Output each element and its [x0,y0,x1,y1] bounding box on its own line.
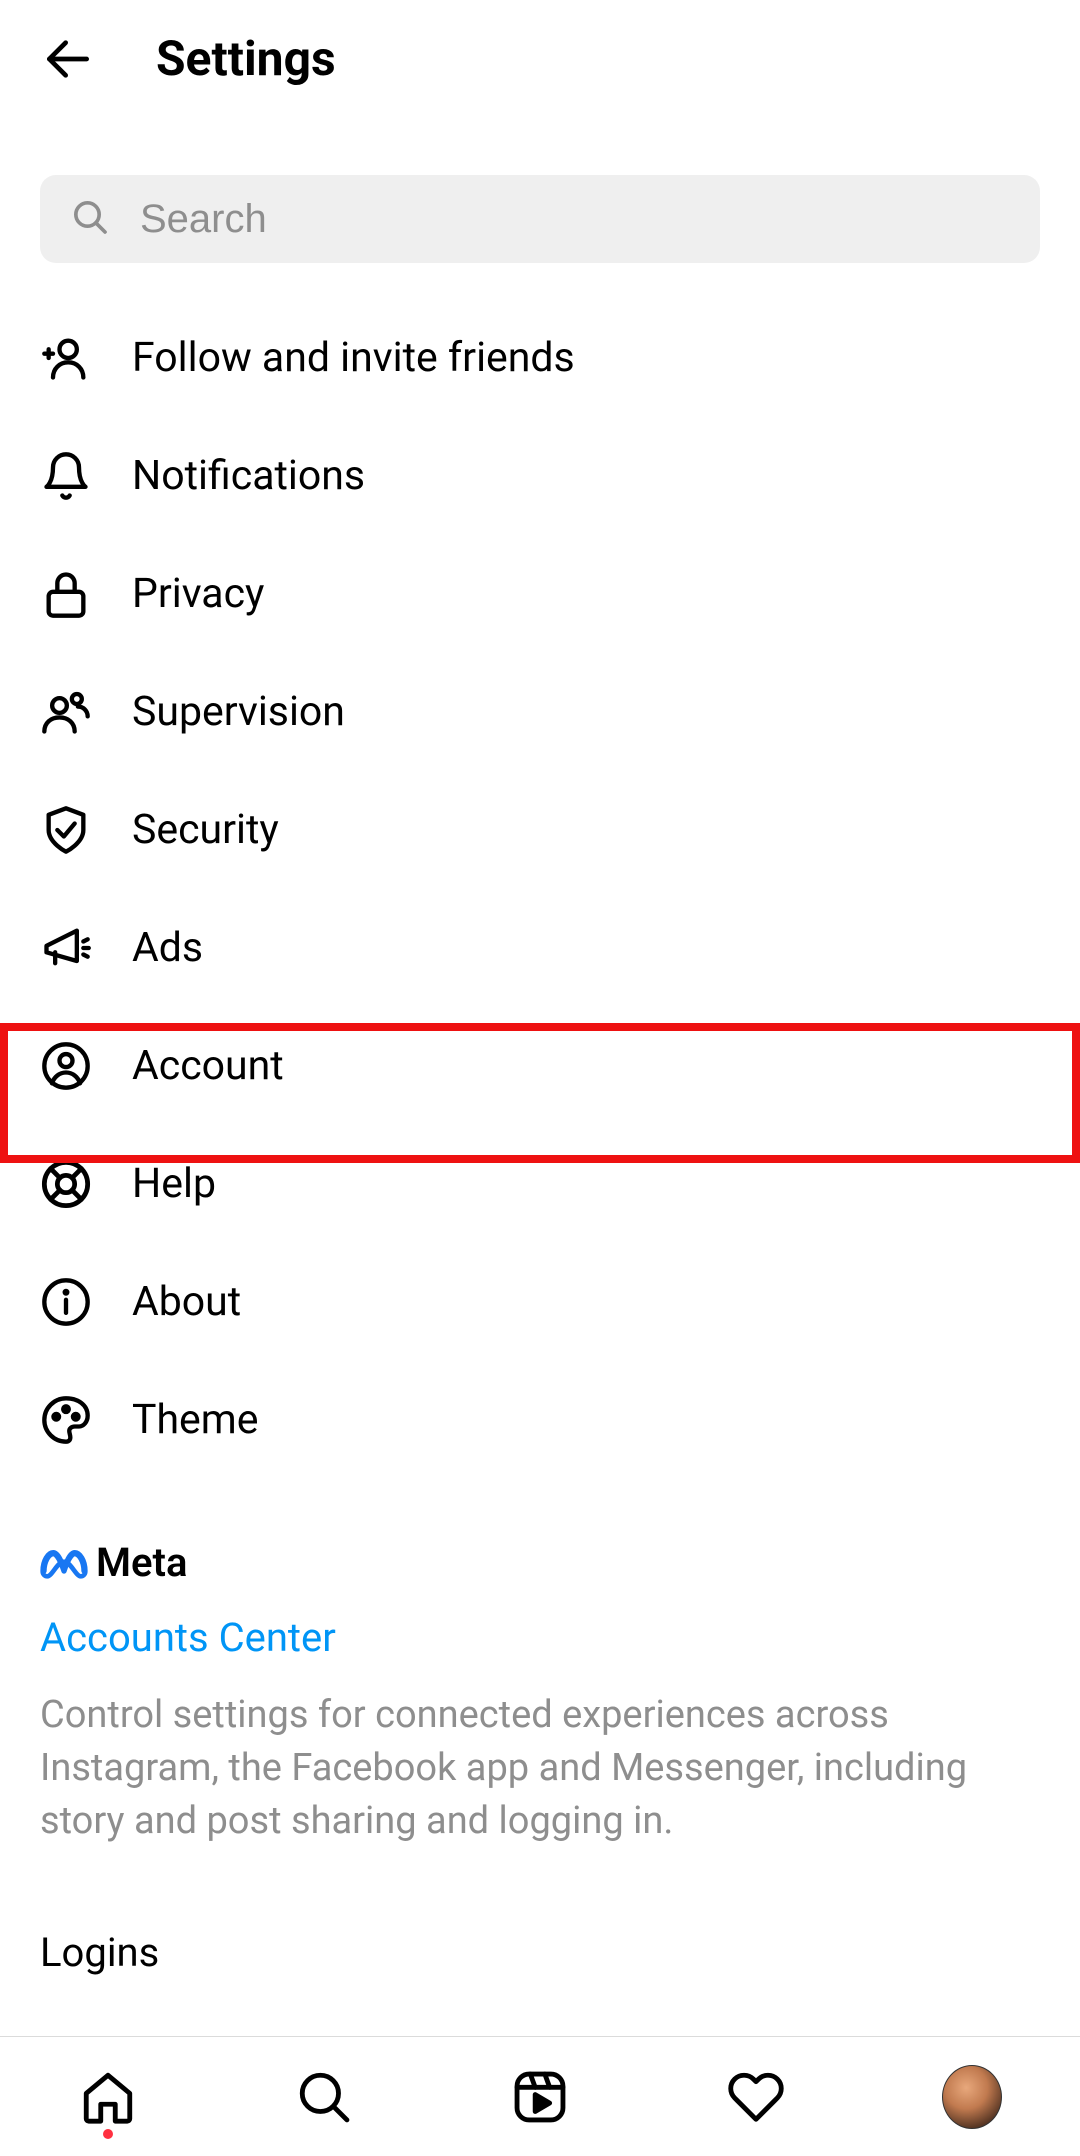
settings-item-theme[interactable]: Theme [40,1361,1040,1479]
search-input[interactable] [140,197,1010,242]
item-label: Ads [132,924,203,972]
nav-profile[interactable] [942,2067,1002,2127]
item-label: Help [132,1160,216,1208]
bottom-nav [0,2036,1080,2156]
meta-logo: Meta [40,1539,1040,1586]
settings-item-supervision[interactable]: Supervision [40,653,1040,771]
people-icon [40,686,92,738]
back-button[interactable] [40,31,96,87]
info-icon [40,1276,92,1328]
bell-icon [40,450,92,502]
nav-home-notification-dot [103,2129,113,2139]
nav-search[interactable] [294,2067,354,2127]
item-label: Follow and invite friends [132,334,575,382]
page-title: Settings [156,30,336,87]
nav-home[interactable] [78,2067,138,2127]
meta-description: Control settings for connected experienc… [40,1689,1040,1849]
search-icon [70,197,110,241]
account-circle-icon [40,1040,92,1092]
search-box[interactable] [40,175,1040,263]
item-label: Privacy [132,570,264,618]
lock-icon [40,568,92,620]
settings-item-help[interactable]: Help [40,1125,1040,1243]
nav-reels[interactable] [510,2067,570,2127]
profile-avatar [942,2065,1002,2129]
nav-activity[interactable] [726,2067,786,2127]
item-label: Security [132,806,279,854]
palette-icon [40,1394,92,1446]
item-label: Theme [132,1396,258,1444]
settings-item-notifications[interactable]: Notifications [40,417,1040,535]
settings-item-ads[interactable]: Ads [40,889,1040,1007]
settings-item-security[interactable]: Security [40,771,1040,889]
lifebuoy-icon [40,1158,92,1210]
person-add-icon [40,332,92,384]
logins-section-title: Logins [40,1929,1040,1976]
megaphone-icon [40,922,92,974]
settings-item-privacy[interactable]: Privacy [40,535,1040,653]
shield-check-icon [40,804,92,856]
item-label: Supervision [132,688,345,736]
settings-item-about[interactable]: About [40,1243,1040,1361]
item-label: Account [132,1042,284,1090]
item-label: About [132,1278,241,1326]
item-label: Notifications [132,452,365,500]
settings-item-account[interactable]: Account [40,1007,1040,1125]
settings-item-follow[interactable]: Follow and invite friends [40,299,1040,417]
meta-brand-text: Meta [96,1539,187,1586]
accounts-center-link[interactable]: Accounts Center [40,1614,1040,1661]
